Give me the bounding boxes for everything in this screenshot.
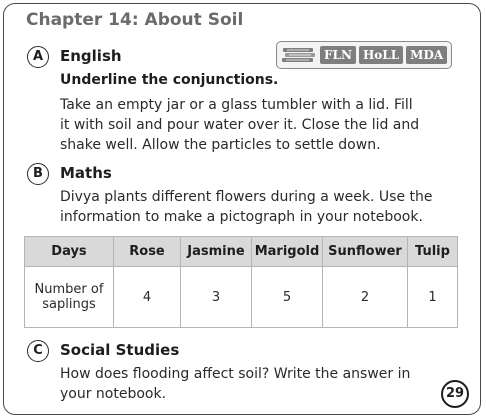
table-header-cell: Rose: [113, 236, 181, 267]
table-cell: 5: [251, 266, 323, 328]
book-stack-icon: [282, 48, 315, 62]
badge-fln: FLN: [320, 46, 356, 64]
section-c-text: How does flooding affect soil? Write the…: [60, 364, 430, 404]
table-header-cell: Tulip: [407, 236, 458, 267]
section-b-title: Maths: [60, 164, 112, 182]
table-header-cell: Jasmine: [180, 236, 252, 267]
text-line: Take an empty jar or a glass tumbler wit…: [60, 97, 413, 113]
section-a-title: English: [60, 47, 122, 65]
table-cell: 4: [113, 266, 181, 328]
page-number: 29: [441, 380, 469, 408]
chapter-title: Chapter 14: About Soil: [26, 10, 244, 30]
table-header-cell: Sunflower: [322, 236, 408, 267]
table-cell: 1: [407, 266, 458, 328]
section-c-marker: C: [27, 340, 49, 362]
table-row: Number of saplings 4 3 5 2 1: [24, 266, 458, 328]
row-label-line: saplings: [42, 297, 96, 312]
table-header-cell: Marigold: [251, 236, 323, 267]
text-line: Divya plants different flowers during a …: [60, 189, 433, 205]
section-a-text: Take an empty jar or a glass tumbler wit…: [60, 95, 452, 155]
section-a-marker: A: [27, 46, 49, 68]
row-label-cell: Number of saplings: [24, 266, 114, 328]
text-line: your notebook.: [60, 386, 167, 402]
section-b-marker: B: [27, 163, 49, 185]
badge-mda: MDA: [406, 46, 448, 64]
flower-table: Days Rose Jasmine Marigold Sunflower Tul…: [24, 236, 458, 328]
table-cell: 3: [180, 266, 252, 328]
text-line: information to make a pictograph in your…: [60, 209, 423, 225]
row-label-line: Number of: [34, 282, 104, 297]
badge-holl: HoLL: [358, 46, 404, 64]
table-cell: 2: [322, 266, 408, 328]
section-a-instruction: Underline the conjunctions.: [60, 72, 279, 88]
text-line: it with soil and pour water over it. Clo…: [60, 117, 420, 133]
table-header-row: Days Rose Jasmine Marigold Sunflower Tul…: [24, 236, 458, 267]
table-header-cell: Days: [24, 236, 114, 267]
text-line: shake well. Allow the particles to settl…: [60, 137, 381, 153]
section-b-text: Divya plants different flowers during a …: [60, 187, 452, 227]
section-c-title: Social Studies: [60, 341, 180, 359]
text-line: How does flooding affect soil? Write the…: [60, 366, 411, 382]
skill-badges: FLN HoLL MDA: [276, 41, 453, 69]
